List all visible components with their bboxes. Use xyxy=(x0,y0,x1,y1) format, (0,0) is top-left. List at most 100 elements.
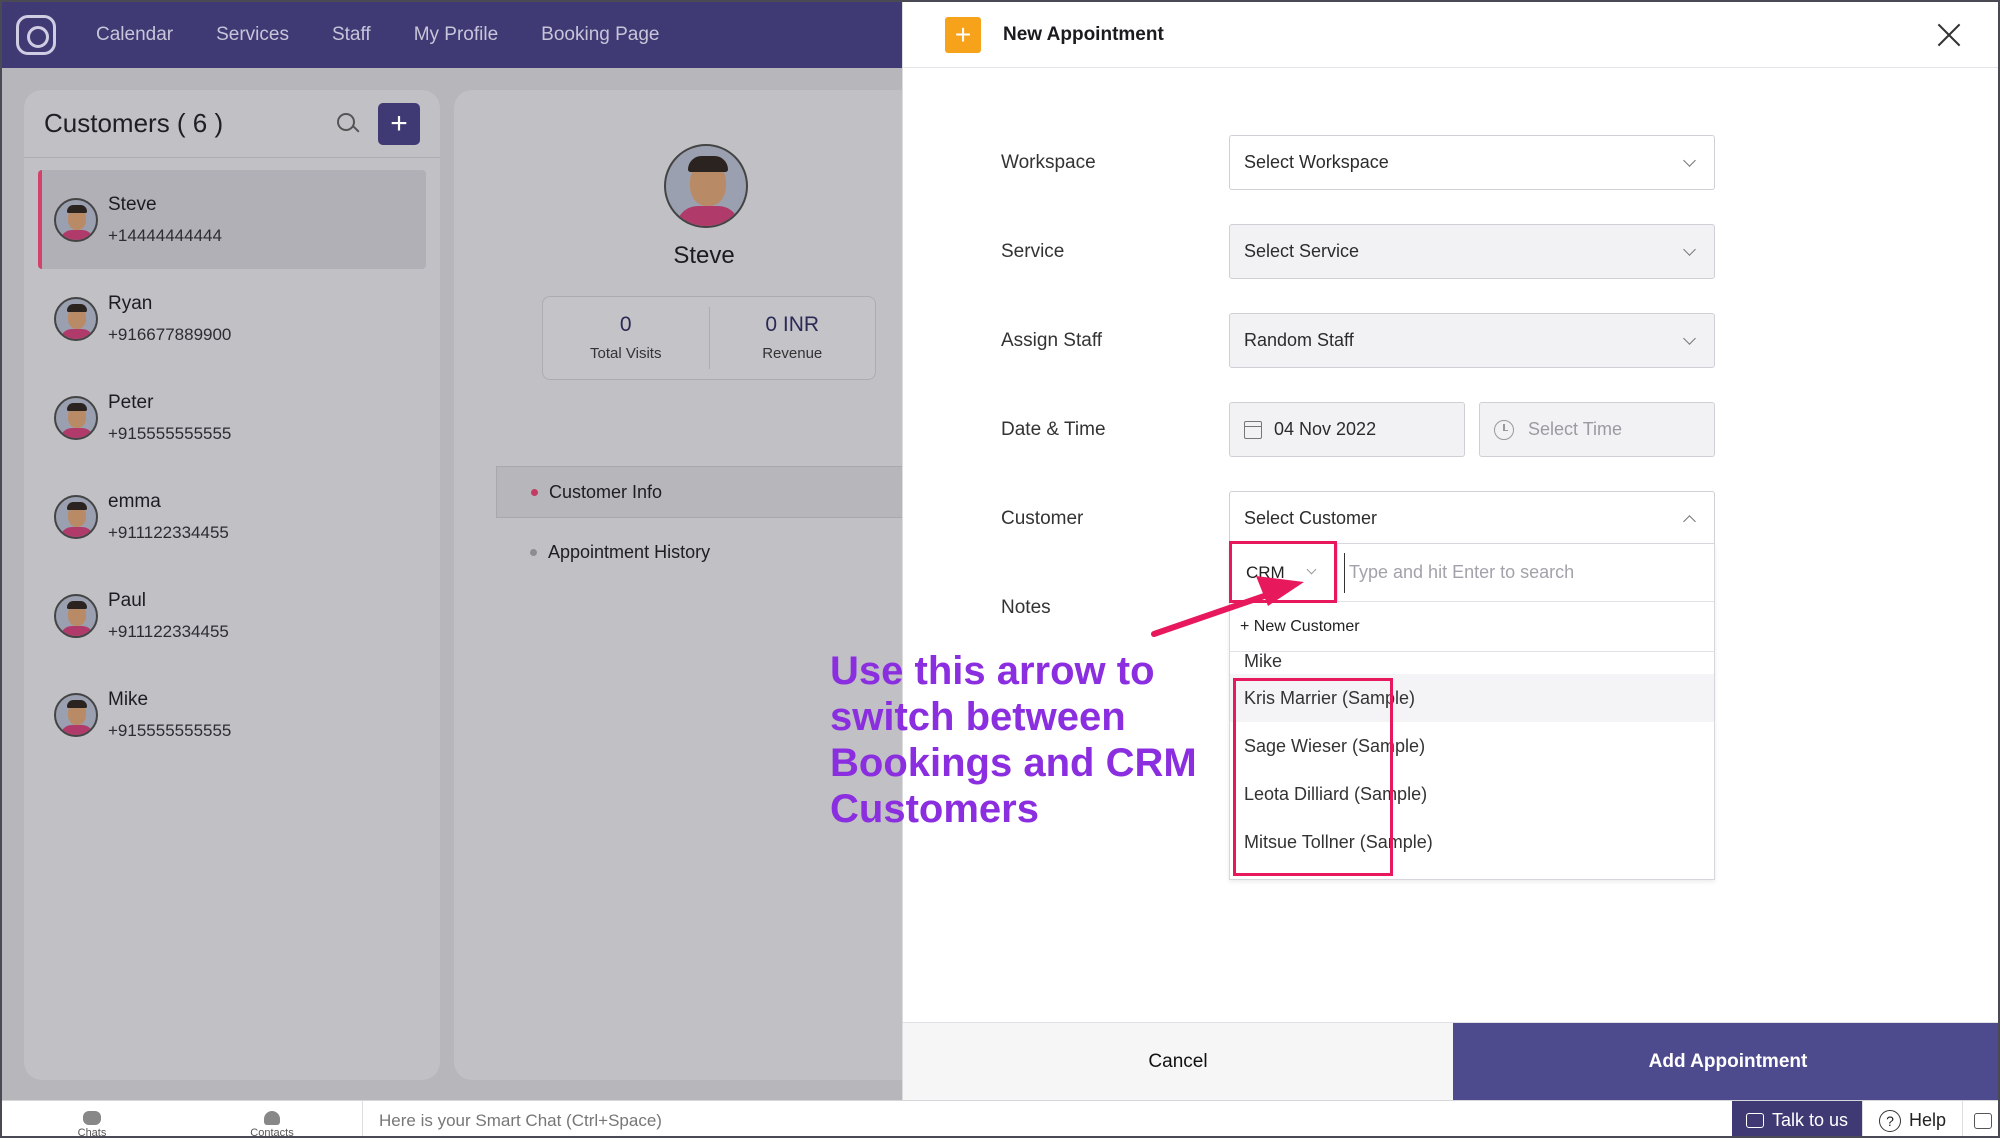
nav-booking-page[interactable]: Booking Page xyxy=(541,24,659,46)
customer-phone: +911122334455 xyxy=(108,621,229,641)
help-button[interactable]: ? Help xyxy=(1862,1100,1962,1136)
time-placeholder: Select Time xyxy=(1528,419,1623,439)
close-icon[interactable] xyxy=(1936,22,1962,48)
avatar xyxy=(54,395,98,440)
customer-phone: +915555555555 xyxy=(108,720,232,740)
stat-revenue: 0 INR Revenue xyxy=(708,307,876,369)
tab-label: Customer Info xyxy=(549,481,663,502)
search-icon[interactable] xyxy=(332,109,362,139)
background-app: Customers ( 6 ) + Steve +14444444444 Ryan… xyxy=(2,68,926,1100)
plus-icon: + xyxy=(945,16,981,53)
customer-list-item[interactable]: Paul +911122334455 xyxy=(24,566,440,665)
chat-bubble-icon xyxy=(1745,1113,1764,1128)
avatar xyxy=(54,197,98,242)
customer-detail-name: Steve xyxy=(673,242,735,269)
service-select[interactable]: Select Service xyxy=(1229,224,1715,279)
talk-to-us-button[interactable]: Talk to us xyxy=(1732,1100,1862,1136)
customer-phone: +916677889900 xyxy=(108,324,232,344)
chats-tab[interactable]: Chats xyxy=(2,1101,182,1136)
customer-list-item[interactable]: Mike +915555555555 xyxy=(24,665,440,764)
annotation-line: switch between xyxy=(830,695,1126,739)
assign-staff-label: Assign Staff xyxy=(1001,330,1103,351)
customer-name: Peter xyxy=(108,391,154,413)
stat-total-visits: 0 Total Visits xyxy=(543,297,709,379)
customer-name: Paul xyxy=(108,589,147,611)
customer-detail-panel: Steve 0 Total Visits 0 INR Revenue Custo… xyxy=(454,90,926,1080)
bottom-bar: Chats Contacts Here is your Smart Chat (… xyxy=(2,1100,1998,1138)
assign-staff-select[interactable]: Random Staff xyxy=(1229,313,1715,368)
active-dot-icon xyxy=(531,488,538,496)
workspace-label: Workspace xyxy=(1001,152,1096,173)
customer-list: Steve +14444444444 Ryan +916677889900 Pete… xyxy=(24,170,440,764)
help-label: Help xyxy=(1908,1110,1947,1130)
customer-list-item[interactable]: Peter +915555555555 xyxy=(24,368,440,467)
date-picker[interactable]: 04 Nov 2022 xyxy=(1229,402,1465,457)
stat-value: 0 xyxy=(619,313,632,336)
customer-option[interactable]: Mike xyxy=(1230,652,1714,674)
avatar xyxy=(54,692,98,737)
chevron-down-icon xyxy=(1683,154,1696,167)
annotation-line: Bookings and CRM xyxy=(830,741,1197,785)
chevron-down-icon xyxy=(1683,243,1696,256)
chevron-up-icon xyxy=(1683,515,1696,528)
stat-label: Total Visits xyxy=(590,345,662,362)
service-value: Select Service xyxy=(1244,241,1360,261)
notes-label: Notes xyxy=(1001,597,1051,618)
contacts-label: Contacts xyxy=(250,1126,294,1138)
customers-title: Customers ( 6 ) xyxy=(44,108,224,138)
nav-services[interactable]: Services xyxy=(216,24,289,46)
customer-search-input[interactable] xyxy=(1344,552,1714,593)
contacts-icon xyxy=(264,1110,280,1125)
app-logo-icon[interactable] xyxy=(16,15,56,55)
crm-list-highlight-box xyxy=(1233,678,1393,876)
annotation-line: Customers xyxy=(830,787,1039,831)
add-appointment-button[interactable]: Add Appointment xyxy=(1453,1023,1998,1101)
nav-calendar[interactable]: Calendar xyxy=(96,24,173,46)
customer-phone: +911122334455 xyxy=(108,522,229,542)
help-icon: ? xyxy=(1878,1109,1901,1132)
customer-name: Steve xyxy=(108,193,157,215)
nav-my-profile[interactable]: My Profile xyxy=(414,24,498,46)
date-time-label: Date & Time xyxy=(1001,419,1106,440)
avatar xyxy=(54,494,98,539)
notifications-button[interactable] xyxy=(1962,1100,1998,1136)
chat-icon xyxy=(83,1110,101,1125)
source-highlight-box xyxy=(1229,541,1337,603)
tab-appointment-history[interactable]: Appointment History xyxy=(496,526,926,578)
chevron-down-icon xyxy=(1683,332,1696,345)
notification-icon xyxy=(1973,1112,1992,1129)
customer-list-item[interactable]: Steve +14444444444 xyxy=(38,170,426,269)
workspace-select[interactable]: Select Workspace xyxy=(1229,135,1715,190)
customer-list-item[interactable]: emma +911122334455 xyxy=(24,467,440,566)
modal-footer: Cancel Add Appointment xyxy=(903,1022,1998,1101)
app-window: Calendar Services Staff My Profile Booki… xyxy=(0,0,2000,1138)
annotation-text: Use this arrow to switch between Booking… xyxy=(830,648,1250,832)
customer-list-item[interactable]: Ryan +916677889900 xyxy=(24,269,440,368)
dot-icon xyxy=(530,548,537,556)
new-customer-option[interactable]: + New Customer xyxy=(1230,602,1714,652)
customer-select[interactable]: Select Customer xyxy=(1229,491,1715,546)
avatar xyxy=(54,296,98,341)
customer-label: Customer xyxy=(1001,508,1084,529)
avatar xyxy=(54,593,98,638)
time-picker[interactable]: Select Time xyxy=(1479,402,1715,457)
annotation-line: Use this arrow to xyxy=(830,649,1155,693)
tab-label: Appointment History xyxy=(548,541,711,562)
clock-icon xyxy=(1494,419,1514,440)
nav-staff[interactable]: Staff xyxy=(332,24,371,46)
smart-chat-input[interactable]: Here is your Smart Chat (Ctrl+Space) xyxy=(362,1100,1732,1136)
customer-value: Select Customer xyxy=(1244,508,1378,528)
stat-value: 0 INR xyxy=(765,313,820,336)
calendar-icon xyxy=(1244,420,1262,439)
cancel-button[interactable]: Cancel xyxy=(903,1023,1453,1101)
contacts-tab[interactable]: Contacts xyxy=(182,1101,362,1138)
modal-title: New Appointment xyxy=(1003,23,1164,45)
top-nav: Calendar Services Staff My Profile Booki… xyxy=(2,2,902,68)
customer-name: Ryan xyxy=(108,292,153,314)
tab-customer-info[interactable]: Customer Info xyxy=(496,466,926,518)
customer-phone: +915555555555 xyxy=(108,423,232,443)
customers-header: Customers ( 6 ) + xyxy=(24,90,440,158)
stat-label: Revenue xyxy=(762,345,823,362)
customer-avatar xyxy=(664,144,748,228)
add-customer-button[interactable]: + xyxy=(378,102,420,145)
